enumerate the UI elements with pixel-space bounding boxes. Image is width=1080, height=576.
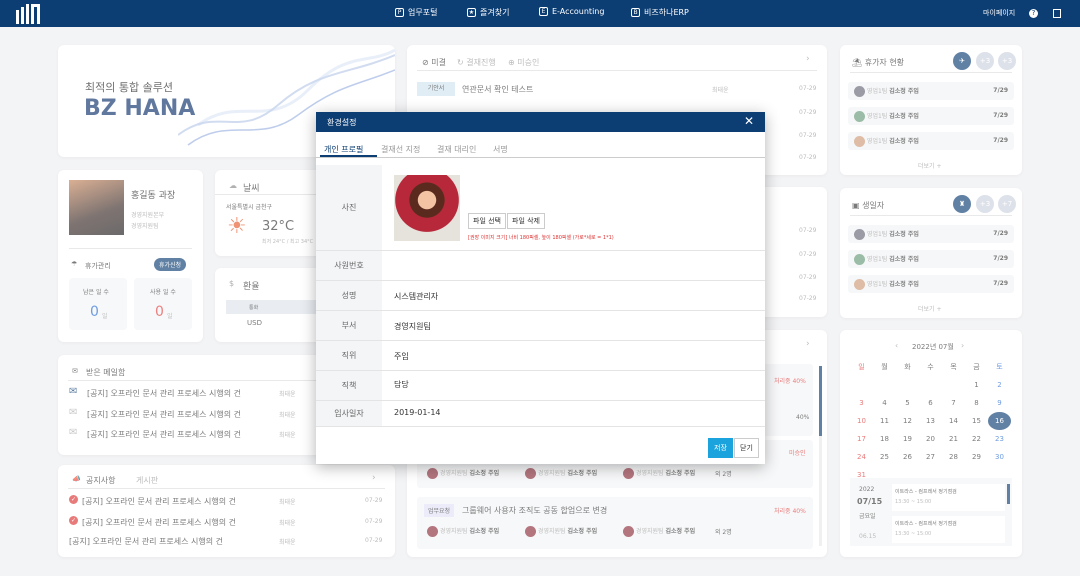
photo-label: 사진 — [316, 165, 382, 250]
file-select-button[interactable]: 파일 선택 — [468, 213, 506, 229]
nav-portal[interactable]: P 업무포털 — [395, 7, 437, 18]
tab-approval-line[interactable]: 결재선 지정 — [381, 144, 420, 155]
profile-photo — [394, 175, 460, 241]
logo[interactable] — [16, 4, 40, 24]
tab-delegate[interactable]: 결재 대리인 — [437, 144, 476, 155]
file-delete-button[interactable]: 파일 삭제 — [507, 213, 545, 229]
e-icon: E — [539, 7, 548, 16]
department-value: 경영지원팀 — [394, 322, 431, 331]
nav-favorites[interactable]: ★ 즐겨찾기 — [467, 7, 509, 18]
help-icon[interactable]: ? — [1029, 9, 1038, 18]
position-value: 주임 — [394, 352, 409, 361]
nav-erp[interactable]: B 비즈하나ERP — [631, 7, 689, 18]
name-value: 시스템관리자 — [394, 292, 439, 301]
modal-title: 환경설정 — [327, 118, 357, 127]
top-bar: P 업무포털 ★ 즐겨찾기 E E-Accounting B 비즈하나ERP 마이페이지… — [0, 0, 1080, 27]
close-button[interactable]: 닫기 — [734, 438, 759, 458]
nav-e-accounting[interactable]: E E-Accounting — [539, 7, 604, 16]
settings-modal: 환경설정 ✕ 개인 프로필 결재선 지정 결재 대리인 서명 사진 파일 선택 … — [316, 112, 765, 464]
close-icon[interactable]: ✕ — [744, 114, 754, 128]
star-icon: ★ — [467, 8, 476, 17]
b-icon: B — [631, 8, 640, 17]
tab-profile[interactable]: 개인 프로필 — [324, 144, 363, 155]
mypage-link[interactable]: 마이페이지 — [983, 8, 1015, 18]
photo-hint: [권장 이미지 크기] 너비 180픽셀, 높이 180픽셀 (가로*세로 = … — [468, 235, 614, 241]
logout-icon[interactable] — [1053, 9, 1061, 18]
save-button[interactable]: 저장 — [708, 438, 733, 458]
modal-header: 환경설정 ✕ — [316, 112, 765, 132]
join-date-value: 2019-01-14 — [394, 408, 441, 417]
tab-signature[interactable]: 서명 — [493, 144, 508, 155]
duty-value: 담당 — [394, 380, 409, 389]
portal-icon: P — [395, 8, 404, 17]
